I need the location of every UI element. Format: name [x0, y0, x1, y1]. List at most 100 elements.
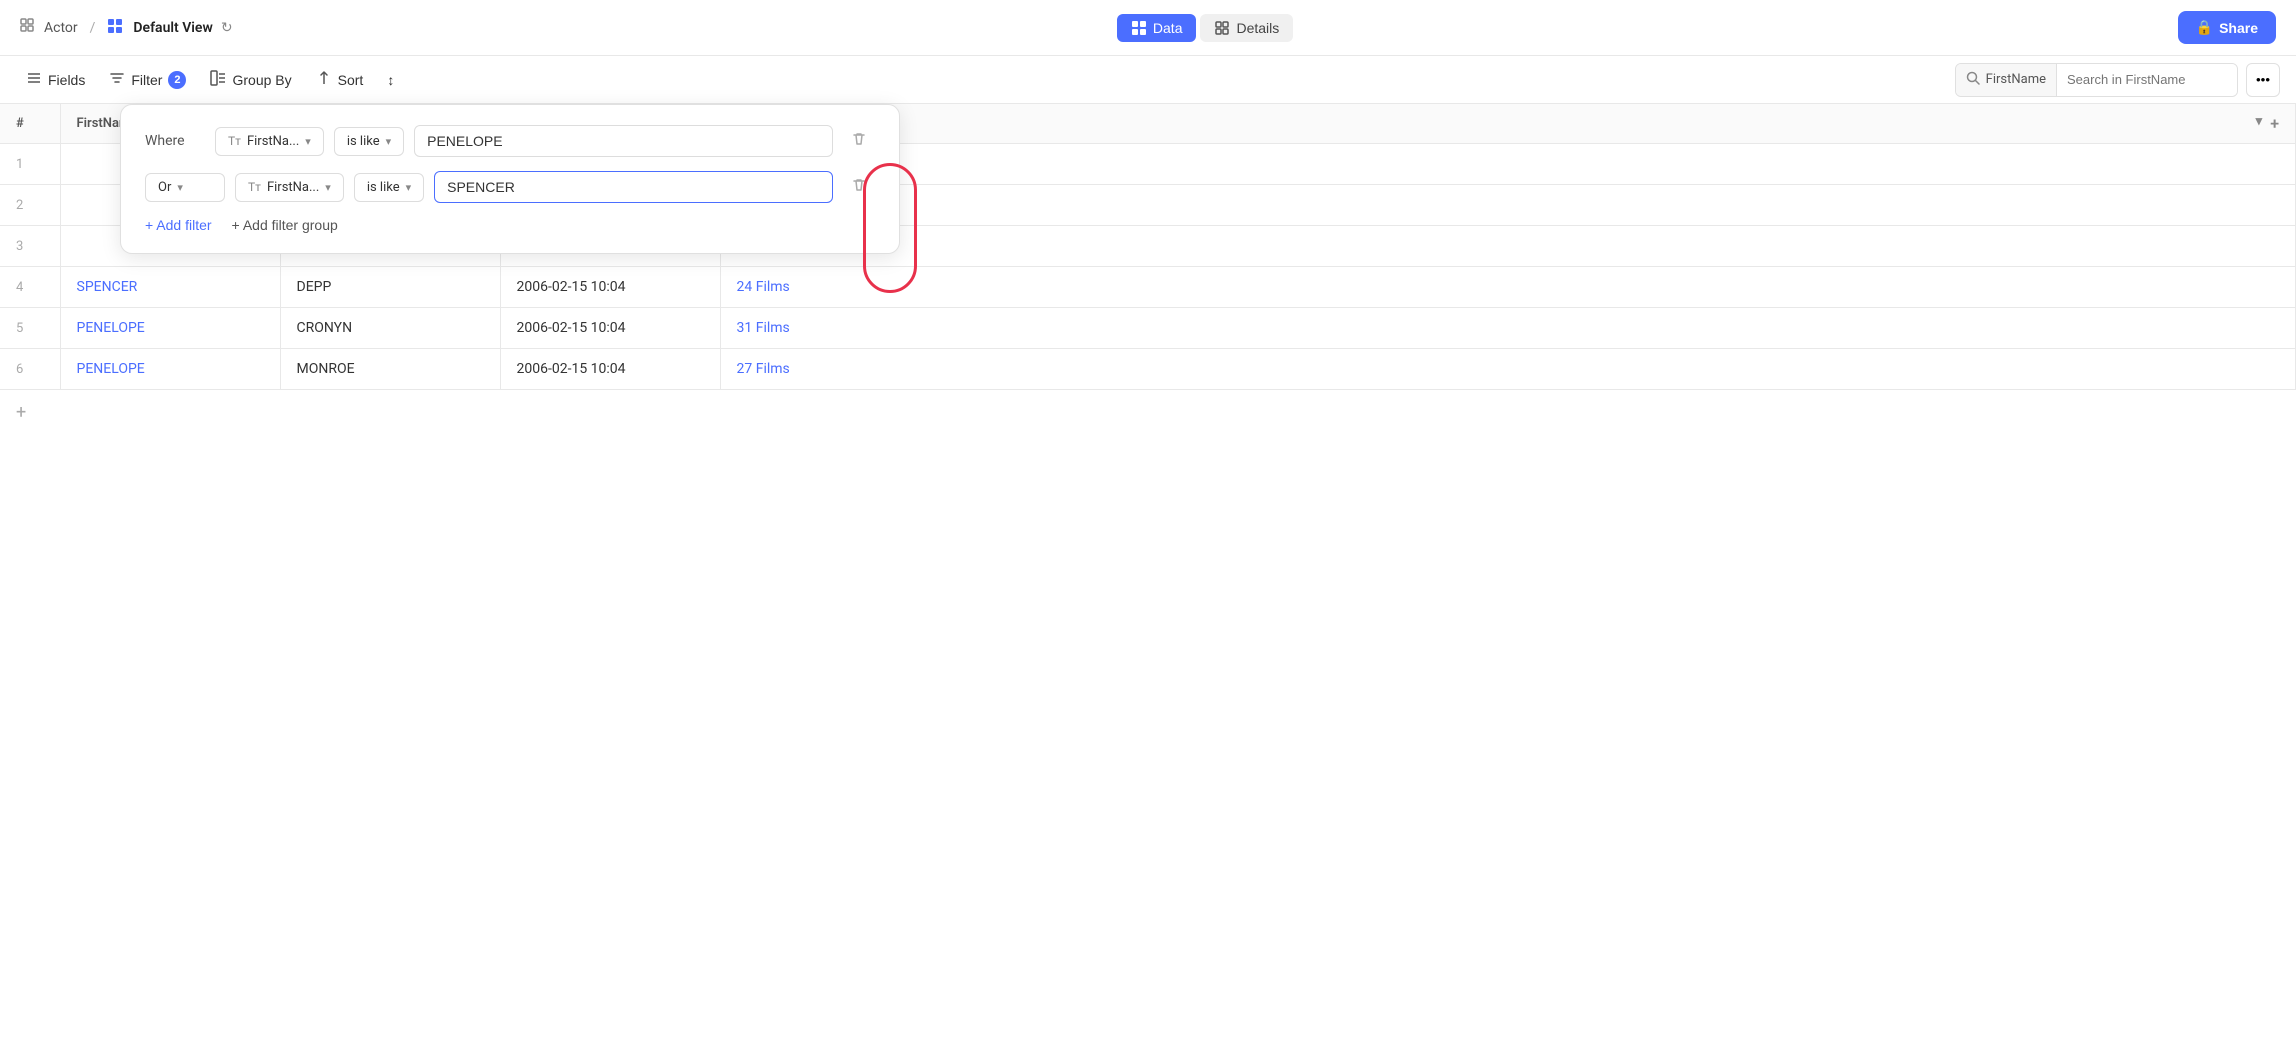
breadcrumb-actor[interactable]: Actor	[44, 20, 78, 36]
filter-condition-select-1[interactable]: is like ▾	[334, 127, 404, 156]
search-container: FirstName	[1955, 63, 2238, 97]
order-button[interactable]: ↕	[377, 66, 404, 94]
col-header-row-num: #	[0, 104, 60, 144]
filter-condition-2-label: is like	[367, 180, 400, 195]
chevron-down-icon-films[interactable]: ▾	[2256, 114, 2263, 133]
filter-value-input-2[interactable]	[434, 171, 833, 203]
filter-row-1: Where Tт FirstNa... ▾ is like ▾	[145, 125, 875, 157]
tab-details[interactable]: Details	[1200, 14, 1293, 42]
filter-count-badge: 2	[168, 71, 186, 89]
cell-firstname-6[interactable]: PENELOPE	[60, 349, 280, 390]
sort-icon	[316, 70, 332, 89]
view-icon	[107, 18, 123, 38]
films-link-6[interactable]: 27 Films	[737, 361, 790, 377]
filter-label: Filter	[131, 72, 162, 88]
cell-num-2: 2	[0, 185, 60, 226]
table-row: 4 SPENCER DEPP 2006-02-15 10:04 24 Films	[0, 267, 2296, 308]
filter-condition-1-label: is like	[347, 134, 380, 149]
chevron-down-icon-2: ▾	[386, 135, 392, 148]
fields-button[interactable]: Fields	[16, 64, 95, 95]
cell-num-5: 5	[0, 308, 60, 349]
filter-icon	[109, 70, 125, 89]
grid-icon	[20, 18, 36, 38]
table-row: 6 PENELOPE MONROE 2006-02-15 10:04 27 Fi…	[0, 349, 2296, 390]
filter-panel: Where Tт FirstNa... ▾ is like ▾	[120, 104, 900, 254]
more-icon: •••	[2256, 72, 2270, 87]
tab-details-label: Details	[1236, 20, 1279, 36]
cell-lastupdate-5: 2006-02-15 10:04	[500, 308, 720, 349]
cell-num-4: 4	[0, 267, 60, 308]
search-icon	[1966, 71, 1980, 89]
col-label-num: #	[16, 116, 24, 131]
add-column-icon[interactable]: +	[2270, 114, 2279, 133]
cell-lastname-6: MONROE	[280, 349, 500, 390]
filter-value-input-1[interactable]	[414, 125, 833, 157]
films-link-4[interactable]: 24 Films	[737, 279, 790, 295]
where-label: Where	[145, 133, 205, 149]
cell-firstname-4[interactable]: SPENCER	[60, 267, 280, 308]
cell-lastname-5: CRONYN	[280, 308, 500, 349]
trash-icon-2	[851, 177, 867, 198]
toolbar-right: FirstName •••	[1955, 63, 2280, 97]
filter-field-1-label: FirstNa...	[247, 134, 299, 149]
delete-filter-button-2[interactable]	[843, 171, 875, 203]
cell-num-1: 1	[0, 144, 60, 185]
add-filter-group-button[interactable]: + Add filter group	[232, 217, 338, 233]
filter-field-select-1[interactable]: Tт FirstNa... ▾	[215, 127, 324, 156]
add-filter-group-label: + Add filter group	[232, 217, 338, 233]
sort-button[interactable]: Sort	[306, 64, 374, 95]
cell-lastupdate-4: 2006-02-15 10:04	[500, 267, 720, 308]
filter-actions: + Add filter + Add filter group	[145, 217, 875, 233]
text-type-icon: Tт	[228, 134, 241, 148]
cell-films-1[interactable]: 19 Films	[720, 144, 2296, 185]
films-link-5[interactable]: 31 Films	[737, 320, 790, 336]
order-icon: ↕	[387, 72, 394, 88]
firstname-link-5[interactable]: PENELOPE	[77, 320, 145, 336]
add-filter-button[interactable]: + Add filter	[145, 217, 212, 233]
cell-num-6: 6	[0, 349, 60, 390]
cell-films-6[interactable]: 27 Films	[720, 349, 2296, 390]
or-label: Or	[158, 180, 171, 195]
delete-filter-button-1[interactable]	[843, 125, 875, 157]
fields-icon	[26, 70, 42, 89]
sort-label: Sort	[338, 72, 364, 88]
chevron-down-icon-3: ▾	[177, 181, 183, 194]
filter-field-select-2[interactable]: Tт FirstNa... ▾	[235, 173, 344, 202]
cell-firstname-5[interactable]: PENELOPE	[60, 308, 280, 349]
filter-row-2: Or ▾ Tт FirstNa... ▾ is like ▾	[145, 171, 875, 203]
chevron-down-icon-4: ▾	[325, 181, 331, 194]
firstname-link-4[interactable]: SPENCER	[77, 279, 138, 295]
group-by-button[interactable]: Group By	[200, 64, 301, 95]
filter-connector-select[interactable]: Or ▾	[145, 173, 225, 202]
trash-icon-1	[851, 131, 867, 152]
filter-condition-select-2[interactable]: is like ▾	[354, 173, 424, 202]
cell-films-2[interactable]: 25 Films	[720, 185, 2296, 226]
view-tabs: Data Details	[1117, 14, 1293, 42]
main-content: Where Tт FirstNa... ▾ is like ▾	[0, 104, 2296, 435]
cell-films-4[interactable]: 24 Films	[720, 267, 2296, 308]
add-row-button[interactable]: +	[0, 390, 2296, 435]
more-options-button[interactable]: •••	[2246, 63, 2280, 97]
search-input[interactable]	[2057, 64, 2237, 96]
filter-button[interactable]: Filter 2	[99, 64, 196, 95]
filter-field-2-label: FirstNa...	[267, 180, 319, 195]
breadcrumb-separator: /	[90, 20, 96, 36]
breadcrumb-view: Default View	[133, 20, 212, 36]
search-field-label: FirstName	[1956, 64, 2057, 96]
cell-lastname-4: DEPP	[280, 267, 500, 308]
cell-films-5[interactable]: 31 Films	[720, 308, 2296, 349]
cell-films-3[interactable]: 21 Films	[720, 226, 2296, 267]
group-by-icon	[210, 70, 226, 89]
cell-num-3: 3	[0, 226, 60, 267]
tab-data[interactable]: Data	[1117, 14, 1197, 42]
delete-btn-container-1	[843, 125, 875, 157]
firstname-link-6[interactable]: PENELOPE	[77, 361, 145, 377]
refresh-icon[interactable]: ↻	[221, 20, 233, 36]
films-header-content: Films ▾ +	[737, 114, 2280, 133]
toolbar: Fields Filter 2 Group By Sort ↕ FirstNam…	[0, 56, 2296, 104]
col-header-films[interactable]: Films ▾ +	[720, 104, 2296, 144]
share-button[interactable]: 🔒 Share	[2178, 11, 2276, 44]
top-bar-right: 🔒 Share	[2178, 11, 2276, 44]
group-by-label: Group By	[232, 72, 291, 88]
cell-lastupdate-6: 2006-02-15 10:04	[500, 349, 720, 390]
